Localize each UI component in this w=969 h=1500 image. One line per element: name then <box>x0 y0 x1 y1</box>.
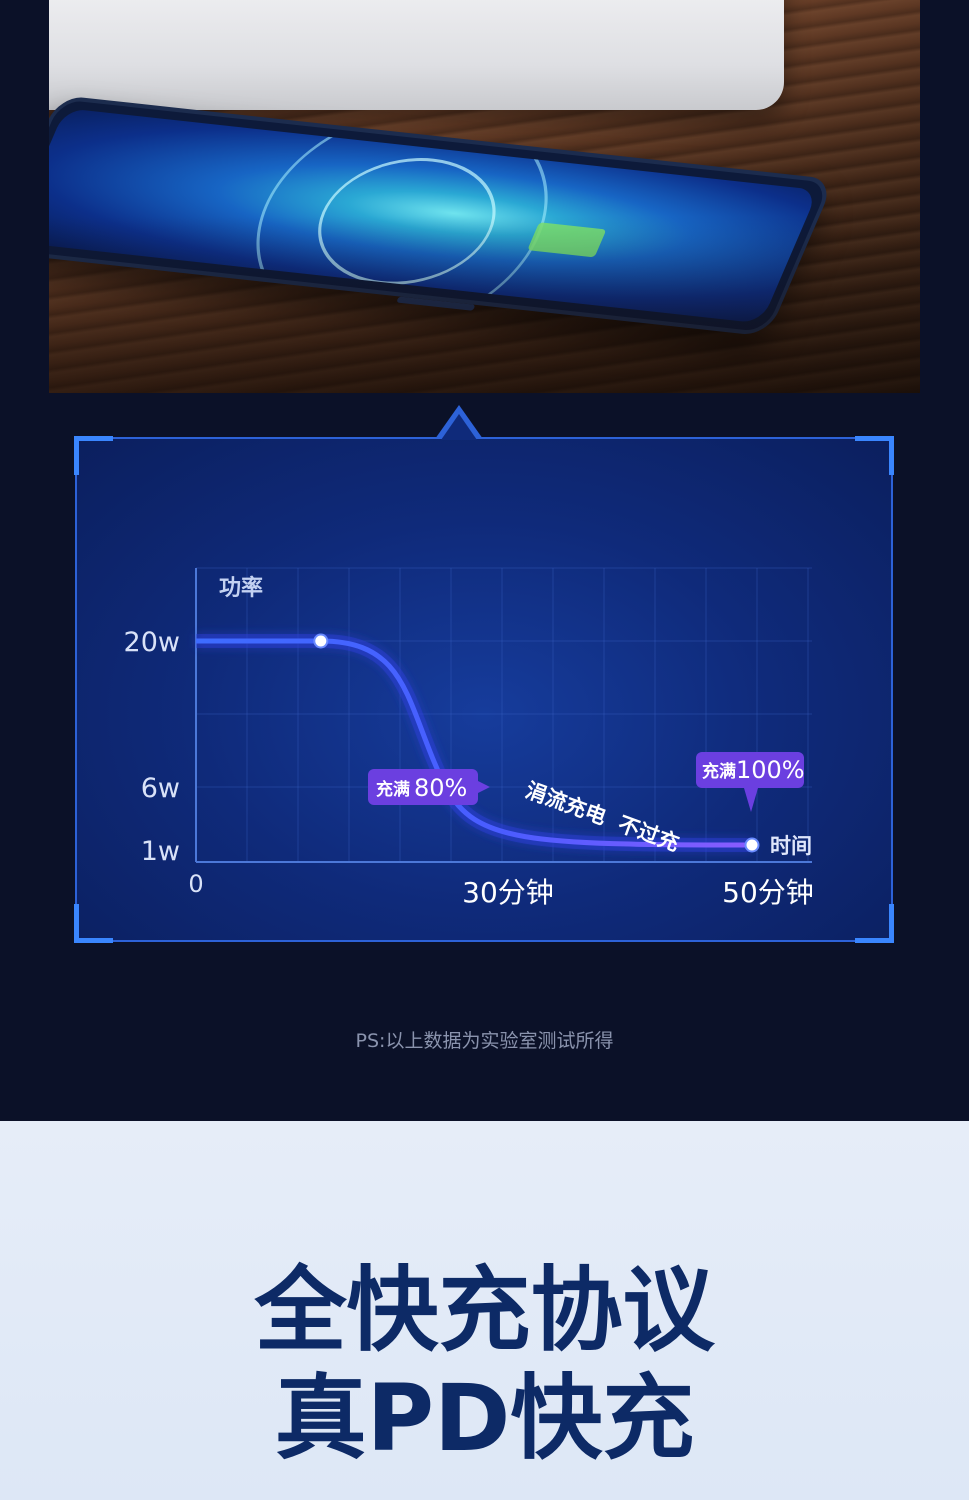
svg-text:充满: 充满 <box>376 779 410 800</box>
svg-text:100%: 100% <box>736 756 805 784</box>
svg-text:充满: 充满 <box>702 761 736 782</box>
power-curve-glow <box>196 634 753 852</box>
x-tick-50min: 50分钟 <box>722 876 814 909</box>
chart-grid <box>195 567 812 863</box>
bottom-banner: 全快充协议 真PD快充 <box>0 1121 969 1500</box>
y-tick-6w: 6w <box>141 773 180 804</box>
footnote: PS:以上数据为实验室测试所得 <box>355 1030 614 1052</box>
x-axis-title: 时间 <box>770 834 812 858</box>
data-point <box>744 837 760 853</box>
x-tick-0: 0 <box>188 870 203 898</box>
x-tick-30min: 30分钟 <box>462 876 554 909</box>
label-full-100: 充满 100% <box>696 752 805 812</box>
data-point <box>313 633 329 649</box>
svg-text:80%: 80% <box>414 774 467 802</box>
headline-line2: 真PD快充 <box>274 1365 695 1472</box>
y-axis-title: 功率 <box>219 575 263 601</box>
power-chart: 功率 时间 20w 6w 1w 0 30分钟 50分钟 充满 80% 充满 10… <box>124 567 814 909</box>
y-tick-20w: 20w <box>124 627 180 658</box>
label-full-80: 充满 80% <box>368 769 490 805</box>
headline-line1: 全快充协议 <box>254 1257 715 1364</box>
y-tick-1w: 1w <box>141 836 180 867</box>
